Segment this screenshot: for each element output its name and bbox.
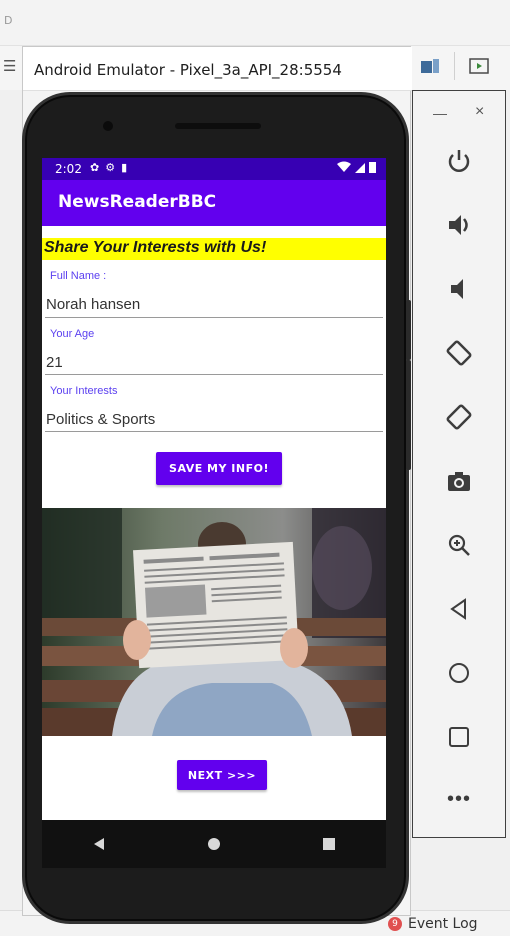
signal-icon — [355, 163, 365, 173]
next-button[interactable]: NEXT >>> — [177, 760, 267, 790]
more-options-icon[interactable]: ••• — [441, 781, 477, 817]
full-name-underline — [45, 317, 383, 318]
interests-label: Your Interests — [50, 385, 118, 397]
event-log-label: Event Log — [408, 916, 478, 932]
age-underline — [45, 374, 383, 375]
ide-dim-label: D — [4, 14, 13, 27]
emulator-title: Android Emulator - Pixel_3a_API_28:5554 — [34, 61, 342, 79]
interests-underline — [45, 431, 383, 432]
back-triangle-icon[interactable] — [441, 591, 477, 627]
volume-up-icon[interactable] — [441, 207, 477, 243]
app-title: NewsReaderBBC — [58, 192, 217, 212]
back-icon[interactable] — [87, 832, 111, 856]
tool-panel-header: — × — [413, 101, 507, 121]
status-bar: 2:02 ✿ ⚙ ▮ — [42, 158, 386, 180]
phone-side-button[interactable] — [406, 300, 411, 360]
rotate-left-icon[interactable] — [441, 335, 477, 371]
phone-volume-button[interactable] — [406, 360, 411, 470]
recents-icon[interactable] — [317, 832, 341, 856]
device-manager-icon[interactable] — [418, 54, 442, 78]
interests-input[interactable]: Politics & Sports — [46, 411, 155, 428]
rotate-right-icon[interactable] — [441, 399, 477, 435]
power-icon[interactable] — [441, 143, 477, 179]
battery-icon — [369, 162, 376, 173]
navigation-bar — [42, 820, 386, 868]
close-icon[interactable]: × — [475, 103, 484, 121]
event-count-badge: 9 — [388, 917, 402, 931]
ide-right-toolbar — [405, 52, 491, 80]
emulator-tool-panel: — × ••• — [412, 90, 506, 838]
wifi-icon — [337, 161, 351, 172]
phone-camera — [103, 121, 113, 131]
full-name-label: Full Name : — [50, 270, 107, 282]
sd-card-icon: ▮ — [121, 162, 128, 174]
ide-list-icon[interactable]: ☰ — [3, 57, 17, 75]
emulator-titlebar[interactable]: Android Emulator - Pixel_3a_API_28:5554 — [23, 47, 412, 91]
save-info-button[interactable]: SAVE MY INFO! — [156, 452, 282, 485]
overview-square-icon[interactable] — [441, 719, 477, 755]
event-log-button[interactable]: 9 Event Log — [388, 916, 478, 932]
headline-text: Share Your Interests with Us! — [44, 239, 267, 256]
ide-toolbar: D — [0, 0, 510, 46]
ide-separator — [454, 52, 455, 80]
volume-down-icon[interactable] — [441, 271, 477, 307]
phone-screen: 2:02 ✿ ⚙ ▮ NewsReaderBBC Share Your Inte… — [42, 158, 386, 820]
run-icon[interactable] — [467, 54, 491, 78]
app-bar: NewsReaderBBC — [42, 180, 386, 226]
age-label: Your Age — [50, 328, 95, 340]
home-icon[interactable] — [202, 832, 226, 856]
interests-headline: Share Your Interests with Us! — [42, 238, 386, 260]
camera-icon[interactable] — [441, 463, 477, 499]
home-circle-icon[interactable] — [441, 655, 477, 691]
status-system-icons — [337, 161, 376, 173]
full-name-input[interactable]: Norah hansen — [46, 296, 140, 313]
sync-icon: ⚙ — [105, 162, 116, 174]
newspaper-photo — [42, 508, 386, 736]
settings-icon: ✿ — [90, 162, 100, 174]
minimize-icon[interactable]: — — [433, 105, 447, 121]
status-notification-icons: ✿ ⚙ ▮ — [90, 161, 127, 174]
status-time: 2:02 — [55, 162, 82, 176]
zoom-icon[interactable] — [441, 527, 477, 563]
phone-speaker — [175, 123, 261, 129]
age-input[interactable]: 21 — [46, 354, 63, 371]
